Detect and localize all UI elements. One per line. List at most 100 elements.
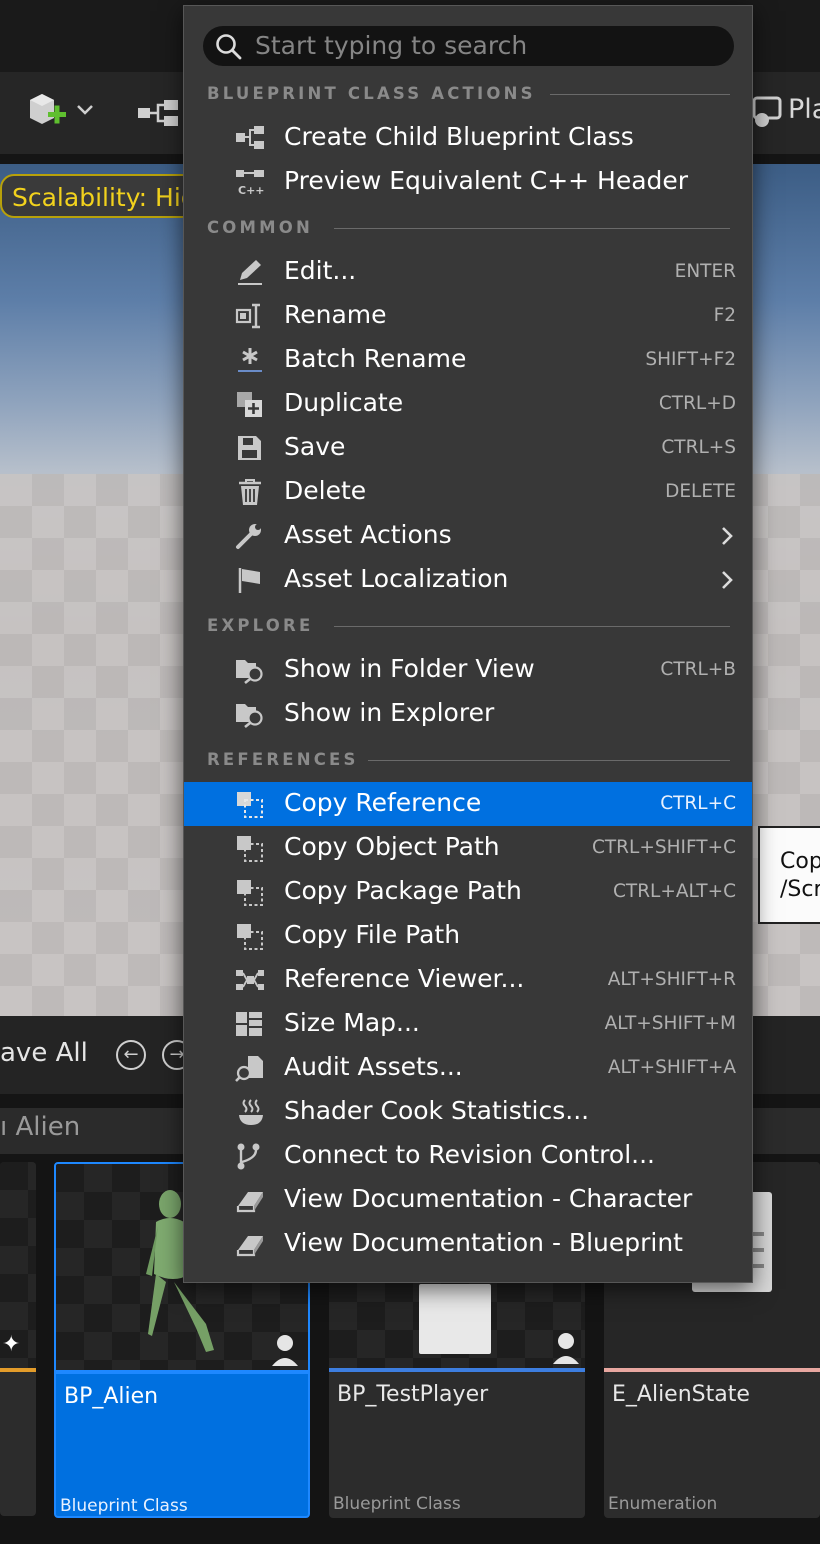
menu-item-label: Size Map... — [284, 1008, 420, 1037]
asset-name: BP_TestPlayer — [337, 1382, 489, 1407]
search-icon — [215, 33, 243, 61]
menu-item-label: Save — [284, 432, 346, 461]
copy-icon — [234, 834, 266, 862]
book-icon — [234, 1230, 266, 1258]
menu-item-label: Create Child Blueprint Class — [284, 122, 634, 151]
rename-icon — [234, 302, 266, 330]
menu-item-shader-cook-statistics[interactable]: Shader Cook Statistics... — [184, 1090, 752, 1134]
asset-name: E_AlienState — [612, 1382, 750, 1407]
menu-item-show-in-explorer[interactable]: Show in Explorer — [184, 692, 752, 736]
filter-text-prefix: ı — [0, 1112, 8, 1142]
flag-icon — [234, 566, 266, 594]
cpp-header-icon: C++ — [234, 168, 266, 197]
search-placeholder: Start typing to search — [255, 31, 528, 60]
asset-type: Blueprint Class — [333, 1494, 461, 1514]
section-divider — [550, 94, 730, 95]
menu-item-shortcut: F2 — [713, 305, 736, 326]
menu-item-view-documentation-blueprint[interactable]: View Documentation - Blueprint — [184, 1222, 752, 1266]
menu-item-shortcut: ALT+SHIFT+R — [607, 969, 736, 990]
play-icon[interactable] — [748, 92, 788, 132]
submenu-arrow-icon — [720, 570, 734, 590]
menu-item-label: Asset Localization — [284, 564, 509, 593]
menu-item-show-in-folder-view[interactable]: Show in Folder View CTRL+B — [184, 648, 752, 692]
duplicate-icon — [234, 390, 266, 418]
section-header-blueprint-class-actions: BLUEPRINT CLASS ACTIONS — [207, 84, 536, 103]
menu-item-label: Rename — [284, 300, 387, 329]
asset-tile-partial[interactable]: ✦ — [0, 1162, 36, 1516]
add-actor-icon[interactable] — [26, 92, 98, 132]
asset-type-bar — [0, 1368, 36, 1372]
menu-item-edit[interactable]: Edit... ENTER — [184, 250, 752, 294]
menu-item-asset-actions[interactable]: Asset Actions — [184, 514, 752, 558]
menu-item-copy-object-path[interactable]: Copy Object Path CTRL+SHIFT+C — [184, 826, 752, 870]
blueprint-icon[interactable] — [136, 98, 180, 128]
blueprint-child-icon — [234, 124, 266, 152]
back-icon[interactable]: ← — [116, 1040, 146, 1070]
menu-item-copy-reference[interactable]: Copy Reference CTRL+C — [184, 782, 752, 826]
menu-item-label: View Documentation - Blueprint — [284, 1228, 683, 1257]
asset-type-bar — [604, 1368, 820, 1372]
asset-name: BP_Alien — [64, 1384, 159, 1409]
menu-item-label: Delete — [284, 476, 367, 505]
menu-item-rename[interactable]: Rename F2 — [184, 294, 752, 338]
white-box-mesh — [419, 1284, 491, 1354]
menu-item-reference-viewer[interactable]: Reference Viewer... ALT+SHIFT+R — [184, 958, 752, 1002]
menu-item-shortcut: CTRL+SHIFT+C — [591, 837, 736, 858]
filter-text: ı Alien — [0, 1112, 80, 1142]
play-label[interactable]: Pla — [788, 94, 820, 125]
menu-item-copy-file-path[interactable]: Copy File Path — [184, 914, 752, 958]
menu-item-shortcut: ENTER — [674, 261, 736, 282]
tooltip-line-2: /Scr — [780, 877, 820, 902]
menu-item-label: Audit Assets... — [284, 1052, 463, 1081]
menu-item-audit-assets[interactable]: Audit Assets... ALT+SHIFT+A — [184, 1046, 752, 1090]
menu-item-shortcut: CTRL+D — [658, 393, 736, 414]
menu-item-shortcut: SHIFT+F2 — [645, 349, 736, 370]
character-icon — [270, 1332, 300, 1366]
copy-icon — [234, 922, 266, 950]
menu-item-batch-rename[interactable]: Batch Rename SHIFT+F2 — [184, 338, 752, 382]
copy-reference-tooltip: Cop/Scr — [758, 826, 820, 924]
menu-item-label: View Documentation - Character — [284, 1184, 693, 1213]
menu-item-shortcut: CTRL+ALT+C — [612, 881, 736, 902]
asset-type-bar — [329, 1368, 585, 1372]
menu-item-label: Reference Viewer... — [284, 964, 525, 993]
menu-item-shortcut: ALT+SHIFT+A — [607, 1057, 736, 1078]
filter-text-value: Alien — [15, 1112, 81, 1142]
save-all-button[interactable]: ave All — [0, 1038, 88, 1068]
folder-search-icon — [234, 700, 266, 729]
menu-item-label: Duplicate — [284, 388, 404, 417]
menu-item-label: Show in Explorer — [284, 698, 495, 727]
menu-item-view-documentation-character[interactable]: View Documentation - Character — [184, 1178, 752, 1222]
menu-item-create-child-blueprint[interactable]: Create Child Blueprint Class — [184, 116, 752, 160]
menu-item-label: Asset Actions — [284, 520, 452, 549]
menu-item-shortcut: DELETE — [665, 481, 736, 502]
menu-item-save[interactable]: Save CTRL+S — [184, 426, 752, 470]
menu-search-box[interactable]: Start typing to search — [203, 26, 734, 66]
book-icon — [234, 1186, 266, 1214]
asset-type: Blueprint Class — [60, 1496, 188, 1516]
menu-item-size-map[interactable]: Size Map... ALT+SHIFT+M — [184, 1002, 752, 1046]
menu-item-delete[interactable]: Delete DELETE — [184, 470, 752, 514]
section-header-explore: EXPLORE — [207, 616, 314, 635]
menu-item-shortcut: CTRL+C — [660, 793, 736, 814]
section-divider — [334, 228, 730, 229]
menu-item-label: Copy Object Path — [284, 832, 500, 861]
menu-item-duplicate[interactable]: Duplicate CTRL+D — [184, 382, 752, 426]
menu-item-label: Batch Rename — [284, 344, 467, 373]
branch-icon — [234, 1142, 266, 1170]
menu-item-shortcut: CTRL+S — [661, 437, 736, 458]
copy-icon — [234, 790, 266, 818]
section-header-common: COMMON — [207, 218, 314, 237]
section-divider — [368, 760, 730, 761]
menu-item-asset-localization[interactable]: Asset Localization — [184, 558, 752, 602]
menu-item-copy-package-path[interactable]: Copy Package Path CTRL+ALT+C — [184, 870, 752, 914]
asset-type-bar — [56, 1370, 308, 1374]
shader-steam-icon — [234, 1098, 266, 1126]
section-header-references: REFERENCES — [207, 750, 359, 769]
asset-type: Enumeration — [608, 1494, 718, 1514]
menu-item-connect-revision-control[interactable]: Connect to Revision Control... — [184, 1134, 752, 1178]
animation-icon: ✦ — [2, 1332, 21, 1357]
menu-item-preview-cpp-header[interactable]: C++ Preview Equivalent C++ Header — [184, 160, 752, 204]
menu-item-label: Shader Cook Statistics... — [284, 1096, 590, 1125]
trash-icon — [234, 478, 266, 506]
